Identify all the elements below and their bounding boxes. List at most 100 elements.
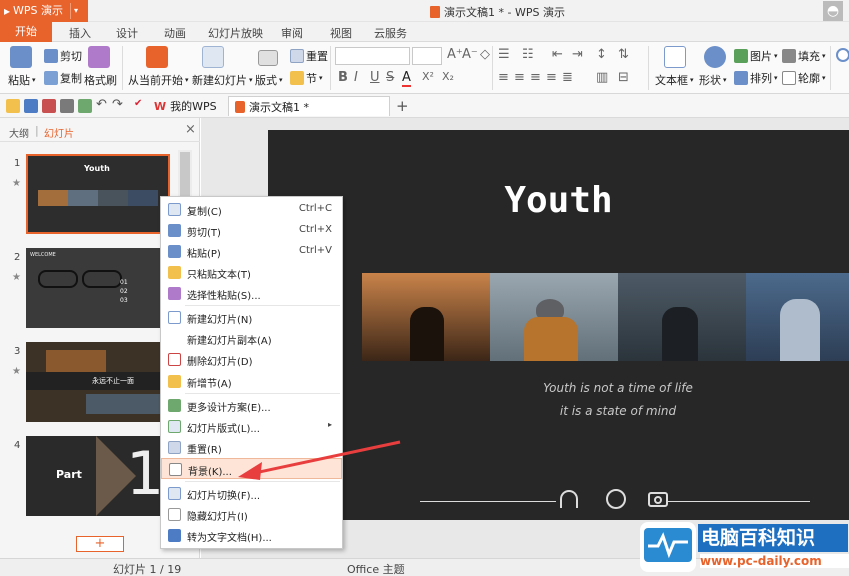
- paste-button[interactable]: 粘贴 ▾: [8, 72, 36, 88]
- annotation-arrow: [238, 440, 401, 480]
- slide-thumbnail-4[interactable]: Part 1: [26, 436, 170, 516]
- app-menu-button[interactable]: ▸ WPS 演示 ▾: [0, 0, 88, 22]
- cut-button[interactable]: 剪切: [44, 48, 82, 64]
- indent-increase-icon[interactable]: ⇥: [572, 47, 583, 62]
- tab-document[interactable]: 演示文稿1 *: [228, 96, 390, 116]
- align-center-icon[interactable]: ≡: [514, 70, 525, 85]
- outline-button[interactable]: 轮廓 ▾: [782, 70, 826, 86]
- customize-icon[interactable]: ✔: [134, 98, 142, 109]
- bold-button[interactable]: B: [338, 70, 348, 85]
- menu-item-delete-slide[interactable]: 删除幻灯片(D): [161, 349, 342, 370]
- reset-icon: [290, 49, 304, 63]
- close-icon[interactable]: ×: [185, 122, 196, 137]
- menu-item-paste-text[interactable]: 只粘贴文本(T): [161, 262, 342, 283]
- slide-thumbnail-2[interactable]: WELCOME 01 02 03: [26, 248, 170, 328]
- tab-review[interactable]: 审阅: [281, 25, 303, 41]
- divider: [122, 46, 123, 90]
- menu-item-more-designs[interactable]: 更多设计方案(E)...: [161, 395, 342, 416]
- underline-button[interactable]: U: [370, 70, 380, 85]
- tab-outline[interactable]: 大纲: [9, 125, 29, 140]
- tab-view[interactable]: 视图: [330, 25, 352, 41]
- tab-animation[interactable]: 动画: [164, 25, 186, 41]
- subscript-button[interactable]: X₂: [442, 70, 454, 83]
- menu-item-paste[interactable]: 粘贴(P) Ctrl+V: [161, 241, 342, 262]
- open-icon[interactable]: [6, 99, 20, 113]
- section-icon: [290, 71, 304, 85]
- add-slide-button[interactable]: +: [76, 536, 124, 552]
- textbox-button[interactable]: 文本框 ▾: [655, 72, 694, 88]
- menu-item-cut[interactable]: 剪切(T) Ctrl+X: [161, 220, 342, 241]
- justify-icon[interactable]: ≡: [546, 70, 557, 85]
- divider: [185, 481, 340, 482]
- bullet-list-icon[interactable]: ☰: [498, 47, 510, 62]
- arrange-button[interactable]: 排列 ▾: [734, 70, 778, 86]
- line-spacing-icon[interactable]: ↕: [596, 47, 607, 62]
- paste-icon: [168, 245, 181, 258]
- align-text-icon[interactable]: ⊟: [618, 70, 629, 85]
- slide-thumbnail-1[interactable]: Youth: [26, 154, 170, 234]
- align-left-icon[interactable]: ≡: [498, 70, 509, 85]
- menu-item-new-slide[interactable]: 新建幻灯片(N): [161, 307, 342, 328]
- font-name-select[interactable]: [335, 47, 410, 65]
- export-pdf-icon[interactable]: [42, 99, 56, 113]
- tab-cloud[interactable]: 云服务: [374, 25, 407, 41]
- outline-icon: [782, 71, 796, 85]
- menu-item-duplicate-slide[interactable]: 新建幻灯片副本(A): [161, 328, 342, 349]
- photo-1: [362, 273, 490, 361]
- italic-button[interactable]: I: [354, 70, 358, 85]
- shrink-font-icon[interactable]: A⁻: [462, 47, 478, 62]
- save-icon[interactable]: [24, 99, 38, 113]
- layout-button[interactable]: 版式 ▾: [255, 72, 283, 88]
- menu-item-paste-special[interactable]: 选择性粘贴(S)...: [161, 283, 342, 304]
- new-slide-button[interactable]: 新建幻灯片 ▾: [192, 72, 253, 88]
- menu-item-new-section[interactable]: 新增节(A): [161, 371, 342, 392]
- tab-start[interactable]: 开始: [0, 22, 52, 42]
- superscript-button[interactable]: X²: [422, 70, 434, 83]
- user-avatar-icon[interactable]: ◓: [823, 1, 843, 21]
- format-painter-button[interactable]: 格式刷: [84, 72, 117, 88]
- dog-icon: [606, 489, 626, 509]
- window-title: 演示文稿1 * - WPS 演示: [430, 4, 565, 20]
- font-color-button[interactable]: A: [402, 70, 411, 87]
- menu-item-convert-doc[interactable]: 转为文字文档(H)...: [161, 525, 342, 546]
- picture-button[interactable]: 图片 ▾: [734, 48, 778, 64]
- tab-insert[interactable]: 插入: [69, 25, 91, 41]
- menu-item-transition[interactable]: 幻灯片切换(F)...: [161, 483, 342, 504]
- tab-slides[interactable]: 幻灯片: [44, 125, 74, 140]
- tab-design[interactable]: 设计: [116, 25, 138, 41]
- reset-button[interactable]: 重置: [290, 48, 328, 64]
- shape-icon: [704, 46, 726, 68]
- distribute-icon[interactable]: ≣: [562, 70, 573, 85]
- from-current-button[interactable]: 从当前开始 ▾: [128, 72, 189, 88]
- align-right-icon[interactable]: ≡: [530, 70, 541, 85]
- numbered-list-icon[interactable]: ☷: [522, 47, 534, 62]
- paste-text-icon: [168, 266, 181, 279]
- new-tab-button[interactable]: +: [390, 96, 415, 116]
- undo-icon[interactable]: ↶: [96, 97, 107, 112]
- find-button[interactable]: [836, 48, 849, 62]
- redo-icon[interactable]: ↷: [112, 97, 123, 112]
- copy-button[interactable]: 复制: [44, 70, 82, 86]
- print-icon[interactable]: [60, 99, 74, 113]
- divider: [330, 46, 331, 90]
- shape-button[interactable]: 形状 ▾: [699, 72, 727, 88]
- font-size-select[interactable]: [412, 47, 442, 65]
- tab-my-wps[interactable]: W 我的WPS: [148, 96, 223, 116]
- chevron-down-icon: ▾: [74, 6, 79, 15]
- design-icon: [168, 399, 181, 412]
- clear-format-icon[interactable]: ◇: [480, 47, 490, 62]
- column-icon[interactable]: ▥: [596, 70, 608, 85]
- fill-button[interactable]: 填充 ▾: [782, 48, 826, 64]
- scrollbar-thumb[interactable]: [180, 152, 190, 196]
- strikethrough-button[interactable]: S: [386, 70, 394, 85]
- text-direction-icon[interactable]: ⇅: [618, 47, 629, 62]
- menu-item-hide-slide[interactable]: 隐藏幻灯片(I): [161, 504, 342, 525]
- tab-slideshow[interactable]: 幻灯片放映: [208, 25, 263, 41]
- section-icon: [168, 375, 181, 388]
- print-preview-icon[interactable]: [78, 99, 92, 113]
- menu-item-copy[interactable]: 复制(C) Ctrl+C: [161, 199, 342, 220]
- grow-font-icon[interactable]: A⁺: [447, 47, 463, 62]
- slide-thumbnail-3[interactable]: 永远不止一面: [26, 342, 170, 422]
- section-button[interactable]: 节 ▾: [290, 70, 323, 86]
- indent-decrease-icon[interactable]: ⇤: [552, 47, 563, 62]
